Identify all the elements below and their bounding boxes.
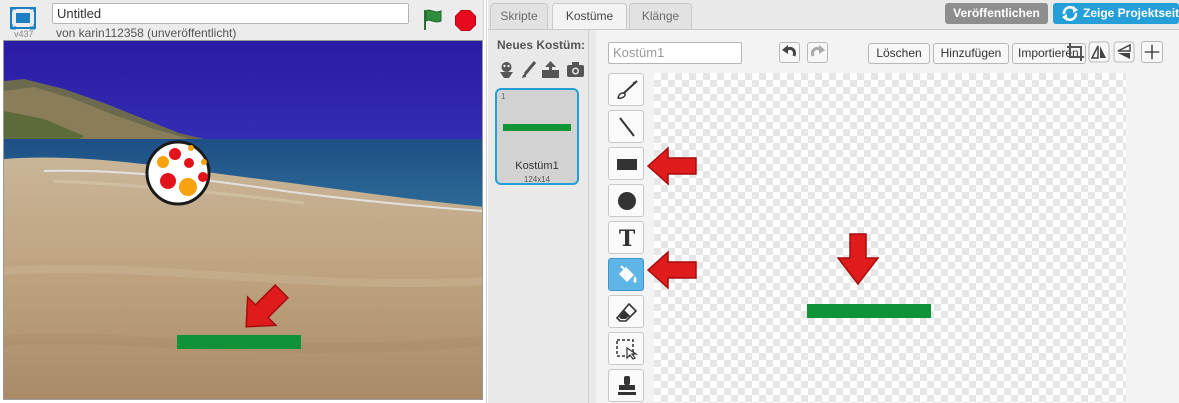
- stamp-tool[interactable]: [608, 369, 644, 402]
- costume-list: Neues Kostüm: 1 Kostüm1 124x14: [488, 30, 589, 403]
- version-label: v437: [14, 29, 34, 39]
- brush-tool[interactable]: [608, 73, 644, 106]
- paint-bucket-icon: [619, 265, 637, 283]
- text-tool-glyph: T: [619, 227, 636, 249]
- library-icon[interactable]: [497, 60, 516, 79]
- paint-editor: Kostüm1 Löschen Hinzufügen Importieren T: [596, 30, 1179, 403]
- stage-header: v437 Untitled von karin112358 (unveröffe…: [0, 0, 484, 40]
- ball-sprite[interactable]: [145, 140, 211, 206]
- costume-name-input[interactable]: Kostüm1: [608, 42, 742, 64]
- flip-vertical-icon[interactable]: [1113, 41, 1135, 63]
- author-line: von karin112358 (unveröffentlicht): [56, 26, 237, 40]
- costume-thumbnail[interactable]: 1 Kostüm1 124x14: [495, 88, 579, 185]
- redo-icon: [811, 45, 825, 57]
- paddle-costume-shape[interactable]: [807, 304, 931, 318]
- stamp-icon: [618, 376, 636, 395]
- tab-costumes[interactable]: Kostüme: [552, 3, 627, 30]
- select-tool[interactable]: [608, 332, 644, 365]
- camera-icon[interactable]: [566, 60, 585, 79]
- rectangle-icon: [617, 159, 637, 170]
- line-icon: [619, 117, 635, 137]
- upload-icon[interactable]: [541, 60, 560, 79]
- annotation-arrow-left-icon: [646, 250, 697, 290]
- drawing-canvas[interactable]: [654, 73, 1126, 403]
- annotation-arrow-down-icon: [836, 233, 880, 286]
- undo-icon: [782, 45, 796, 57]
- costume-name: Kostüm1: [515, 160, 559, 172]
- ellipse-tool[interactable]: [608, 184, 644, 217]
- select-icon: [616, 339, 638, 360]
- undo-button[interactable]: [779, 42, 800, 63]
- tab-sounds[interactable]: Klänge: [629, 3, 692, 29]
- clear-button[interactable]: Löschen: [868, 43, 930, 64]
- green-flag-icon[interactable]: [423, 9, 443, 31]
- new-costume-label: Neues Kostüm:: [497, 38, 586, 52]
- redo-button[interactable]: [807, 42, 828, 63]
- paint-brush-icon[interactable]: [520, 60, 539, 79]
- eraser-icon: [615, 302, 638, 322]
- costume-size: 124x14: [523, 175, 551, 184]
- crop-icon[interactable]: [1065, 41, 1087, 63]
- fullscreen-icon[interactable]: [9, 6, 37, 31]
- see-project-page-label: Zeige Projektseite: [1083, 6, 1179, 20]
- publish-button[interactable]: Veröffentlichen: [945, 3, 1048, 24]
- project-title-input[interactable]: Untitled: [52, 3, 409, 24]
- stop-sign-icon[interactable]: [455, 10, 476, 31]
- panel-divider: [486, 0, 487, 403]
- annotation-arrow-left-icon: [646, 146, 697, 186]
- editor-panel: Skripte Kostüme Klänge Veröffentlichen Z…: [488, 0, 1179, 403]
- costume-preview: [503, 124, 571, 131]
- fill-tool[interactable]: [608, 258, 644, 291]
- set-center-icon[interactable]: [1141, 41, 1163, 63]
- add-button[interactable]: Hinzufügen: [933, 43, 1009, 64]
- see-project-page-button[interactable]: Zeige Projektseite: [1053, 3, 1179, 24]
- paddle-sprite[interactable]: [177, 335, 301, 349]
- text-icon: T: [619, 227, 636, 249]
- scratch-editor: v437 Untitled von karin112358 (unveröffe…: [0, 0, 1179, 403]
- eraser-tool[interactable]: [608, 295, 644, 328]
- stage-canvas[interactable]: [3, 40, 483, 400]
- costume-index: 1: [501, 92, 506, 101]
- ellipse-icon: [618, 192, 636, 210]
- flip-horizontal-icon[interactable]: [1088, 41, 1110, 63]
- rectangle-tool[interactable]: [608, 147, 644, 180]
- tab-scripts[interactable]: Skripte: [490, 3, 548, 29]
- text-tool[interactable]: T: [608, 221, 644, 254]
- project-page-icon: [1062, 6, 1078, 21]
- line-tool[interactable]: [608, 110, 644, 143]
- brush-icon: [617, 80, 638, 99]
